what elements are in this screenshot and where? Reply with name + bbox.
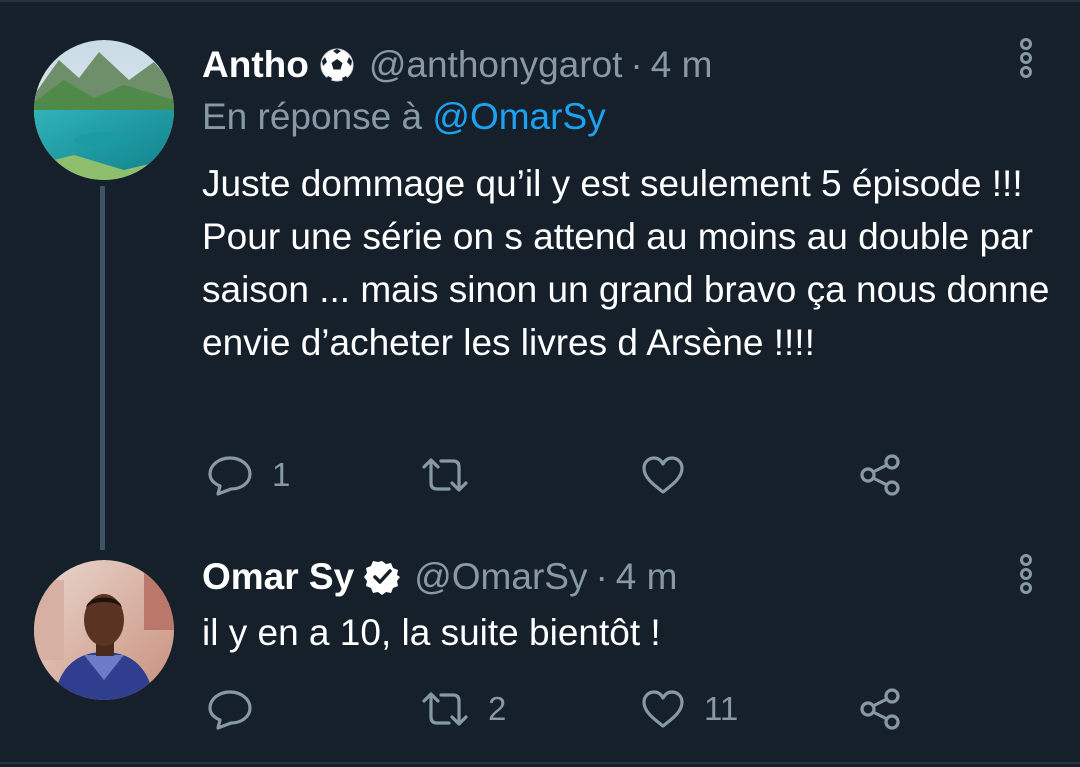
like-count: 11 [704, 690, 739, 727]
reply-button[interactable] [206, 684, 272, 734]
reply-count: 1 [272, 456, 291, 493]
tweet-omarsy[interactable]: Omar Sy @OmarSy · 4 m il y en a 10, la s… [0, 540, 1080, 762]
tweet-actions: 1 [0, 450, 1080, 500]
timestamp[interactable]: 4 m [651, 44, 713, 86]
retweet-icon [420, 453, 470, 497]
retweet-icon [420, 687, 470, 731]
reply-mention-link[interactable]: @OmarSy [432, 96, 605, 137]
separator-dot: · [595, 556, 608, 597]
reply-prefix: En réponse à [202, 96, 423, 137]
tweet-header: Antho @anthonygarot · 4 m [202, 40, 712, 90]
reply-icon [206, 453, 254, 497]
verified-badge-icon [364, 559, 401, 595]
bottom-divider [0, 762, 1080, 764]
tweet-antho[interactable]: Antho @anthonygarot · 4 m En réponse à @… [0, 0, 1080, 550]
handle[interactable]: @anthonygarot [369, 44, 623, 86]
timestamp[interactable]: 4 m [616, 556, 678, 598]
share-button[interactable] [858, 684, 904, 734]
tweet-text: il y en a 10, la suite bientôt ! [202, 612, 661, 653]
heart-icon [640, 687, 686, 731]
share-button[interactable] [858, 450, 904, 500]
reply-icon [206, 687, 254, 731]
tweet-actions: 2 11 [0, 684, 1080, 734]
display-name[interactable]: Antho [202, 44, 309, 86]
retweet-button[interactable]: 2 [420, 684, 506, 734]
reply-button[interactable]: 1 [206, 450, 290, 500]
heart-icon [640, 453, 686, 497]
more-options-icon[interactable] [1014, 554, 1038, 598]
retweet-count: 2 [488, 690, 507, 727]
tweet-text: Juste dommage qu’il y est seulement 5 ép… [202, 163, 1050, 363]
avatar-antho[interactable] [34, 40, 174, 180]
avatar-omarsy[interactable] [34, 560, 174, 700]
share-icon [858, 686, 904, 732]
like-button[interactable]: 11 [640, 684, 738, 734]
more-options-icon[interactable] [1014, 38, 1038, 82]
retweet-button[interactable] [420, 450, 488, 500]
share-icon [858, 452, 904, 498]
separator-dot: · [630, 44, 643, 85]
like-button[interactable] [640, 450, 704, 500]
soccer-ball-icon [319, 47, 355, 83]
display-name[interactable]: Omar Sy [202, 556, 354, 598]
reply-context: En réponse à @OmarSy [202, 96, 606, 138]
handle[interactable]: @OmarSy [414, 556, 587, 598]
tweet-header: Omar Sy @OmarSy · 4 m [202, 552, 677, 602]
